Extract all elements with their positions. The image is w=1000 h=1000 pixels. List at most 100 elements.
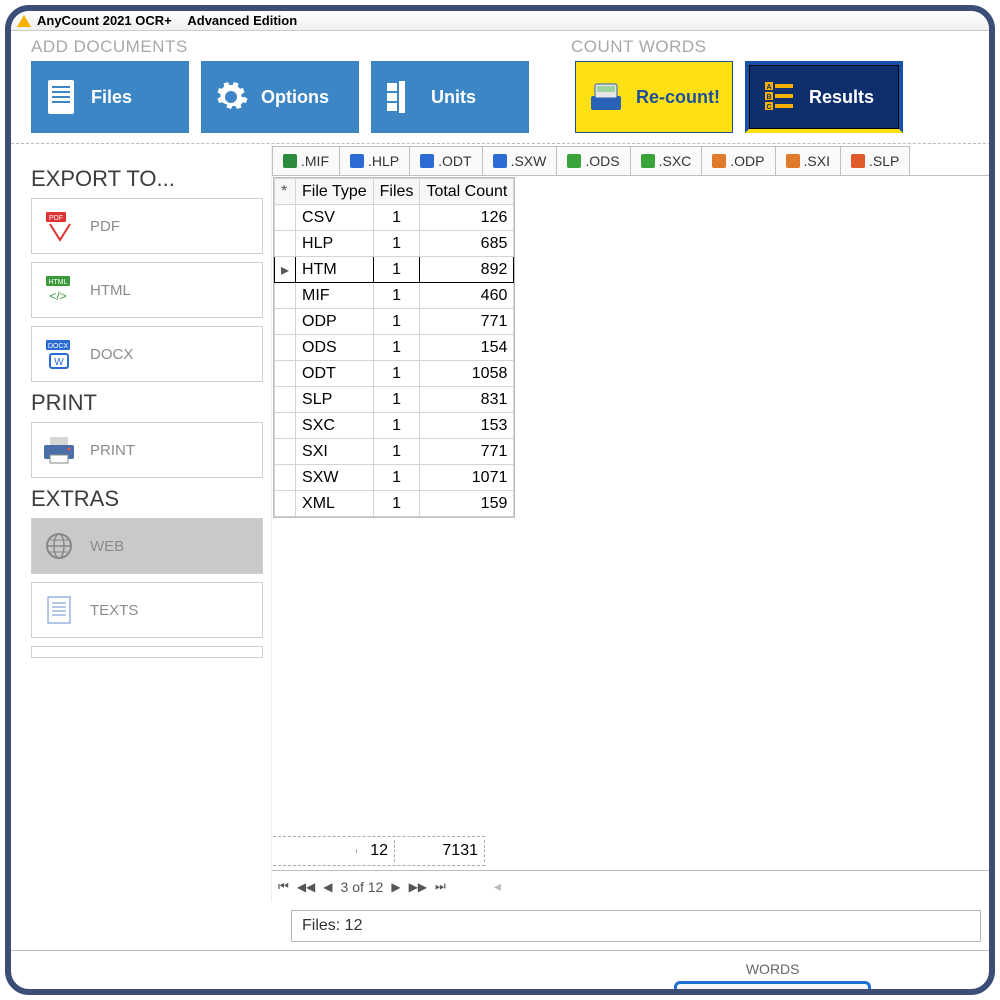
recount-icon: [588, 77, 624, 117]
pdf-icon: PDF: [42, 209, 76, 243]
make-txt-checkbox[interactable]: ✓Make .TXT: [157, 987, 247, 995]
tab-hlp[interactable]: .HLP: [339, 146, 410, 175]
filetype-icon: [641, 154, 655, 168]
filetype-icon: [712, 154, 726, 168]
pager-scroll-left-icon[interactable]: ◂: [494, 878, 501, 895]
units-button[interactable]: Units: [371, 61, 529, 133]
extras-web-label: WEB: [90, 538, 124, 555]
status-total: Tota: [991, 910, 995, 942]
table-row[interactable]: SXC1153: [275, 413, 514, 439]
globe-icon: [42, 529, 76, 563]
table-row[interactable]: ODT11058: [275, 361, 514, 387]
grid-pager[interactable]: ⏮ ◀◀ ◀ 3 of 12 ▶ ▶▶ ⏭ ◂: [272, 870, 995, 902]
svg-text:DOCX: DOCX: [48, 343, 69, 350]
app-edition: Advanced Edition: [187, 13, 297, 28]
options-button[interactable]: Options: [201, 61, 359, 133]
word-counter: 888887131: [674, 981, 871, 995]
pager-last-icon[interactable]: ⏭: [435, 879, 446, 894]
extras-texts-label: TEXTS: [90, 602, 138, 619]
units-icon: [383, 77, 419, 117]
filetype-icon: [786, 154, 800, 168]
table-row[interactable]: HLP1685: [275, 231, 514, 257]
recount-button[interactable]: Re-count!: [575, 61, 733, 133]
tab-odp[interactable]: .ODP: [701, 146, 775, 175]
gear-icon: [213, 77, 249, 117]
results-button[interactable]: ABC Results: [745, 61, 903, 133]
filetype-icon: [851, 154, 865, 168]
app-title: AnyCount 2021 OCR+: [37, 13, 172, 28]
table-row[interactable]: ODP1771: [275, 309, 514, 335]
table-row[interactable]: SXI1771: [275, 439, 514, 465]
svg-text:A: A: [766, 84, 771, 91]
svg-text:PDF: PDF: [49, 215, 63, 222]
svg-text:</>: </>: [49, 289, 66, 303]
print-label: PRINT: [90, 442, 135, 459]
counter-label: WORDS: [674, 961, 871, 977]
export-html-label: HTML: [90, 282, 131, 299]
file-type-tabs: .MIF.HLP.ODT.SXW.ODS.SXC.ODP.SXI.SLP: [272, 146, 995, 176]
table-row[interactable]: ODS1154: [275, 335, 514, 361]
options-label: Options: [261, 87, 329, 108]
print-item[interactable]: PRINT: [31, 422, 263, 478]
tab-slp[interactable]: .SLP: [840, 146, 910, 175]
results-grid[interactable]: *File TypeFilesTotal CountCSV1126HLP1685…: [273, 177, 515, 518]
svg-text:B: B: [766, 94, 771, 101]
files-label: Files: [91, 87, 132, 108]
table-row[interactable]: MIF1460: [275, 283, 514, 309]
pager-next-icon[interactable]: ▶: [391, 880, 400, 894]
section-count-words: COUNT WORDS: [571, 37, 707, 57]
totals-files: 12: [357, 840, 395, 862]
status-bar: Files: 12 Tota: [11, 902, 995, 950]
tab-sxw[interactable]: .SXW: [482, 146, 558, 175]
filetype-icon: [493, 154, 507, 168]
docx-icon: DOCX W: [42, 337, 76, 371]
svg-text:C: C: [766, 104, 771, 111]
svg-text:W: W: [54, 357, 64, 368]
pager-prev-icon[interactable]: ◀: [323, 880, 332, 894]
table-row[interactable]: SLP1831: [275, 387, 514, 413]
files-icon: [43, 77, 79, 117]
pager-nextpage-icon[interactable]: ▶▶: [409, 880, 427, 894]
pager-position: 3 of 12: [341, 879, 384, 895]
pager-prevpage-icon[interactable]: ◀◀: [297, 880, 315, 894]
printer-icon: [42, 433, 76, 467]
table-row[interactable]: XML1159: [275, 491, 514, 517]
results-icon: ABC: [761, 77, 797, 117]
logs-checkbox[interactable]: ✓Logs: [284, 987, 334, 995]
table-row[interactable]: SXW11071: [275, 465, 514, 491]
sidebar: EXPORT TO... PDF PDF HTML </> HTML DOCX W …: [11, 144, 271, 902]
table-row[interactable]: ▸HTM1892: [275, 257, 514, 283]
main-area: .MIF.HLP.ODT.SXW.ODS.SXC.ODP.SXI.SLP *Fi…: [271, 144, 995, 902]
extras-more[interactable]: [31, 646, 263, 658]
filetype-icon: [350, 154, 364, 168]
extras-heading: EXTRAS: [31, 486, 263, 512]
units-label: Units: [431, 87, 476, 108]
tab-ods[interactable]: .ODS: [556, 146, 630, 175]
export-pdf-label: PDF: [90, 218, 120, 235]
table-row[interactable]: CSV1126: [275, 205, 514, 231]
export-html[interactable]: HTML </> HTML: [31, 262, 263, 318]
extras-texts[interactable]: TEXTS: [31, 582, 263, 638]
filetype-icon: [567, 154, 581, 168]
ocr-checkbox[interactable]: ✓OCR: [71, 987, 121, 995]
totals-count: 7131: [395, 840, 485, 862]
footer: ✓OCR ✓Make .TXT ✓Logs WORDS 888887131: [11, 950, 995, 995]
export-heading: EXPORT TO...: [31, 166, 263, 192]
section-add-documents: ADD DOCUMENTS: [31, 37, 571, 57]
status-files: Files: 12: [291, 910, 981, 942]
results-label: Results: [809, 87, 874, 108]
html-icon: HTML </>: [42, 273, 76, 307]
tab-odt[interactable]: .ODT: [409, 146, 482, 175]
tab-sxc[interactable]: .SXC: [630, 146, 703, 175]
print-heading: PRINT: [31, 390, 263, 416]
pager-first-icon[interactable]: ⏮: [278, 879, 289, 894]
extras-web[interactable]: WEB: [31, 518, 263, 574]
files-button[interactable]: Files: [31, 61, 189, 133]
export-docx[interactable]: DOCX W DOCX: [31, 326, 263, 382]
export-pdf[interactable]: PDF PDF: [31, 198, 263, 254]
svg-text:HTML: HTML: [48, 279, 67, 286]
filetype-icon: [420, 154, 434, 168]
texts-icon: [42, 593, 76, 627]
tab-sxi[interactable]: .SXI: [775, 146, 841, 175]
tab-mif[interactable]: .MIF: [272, 146, 340, 175]
